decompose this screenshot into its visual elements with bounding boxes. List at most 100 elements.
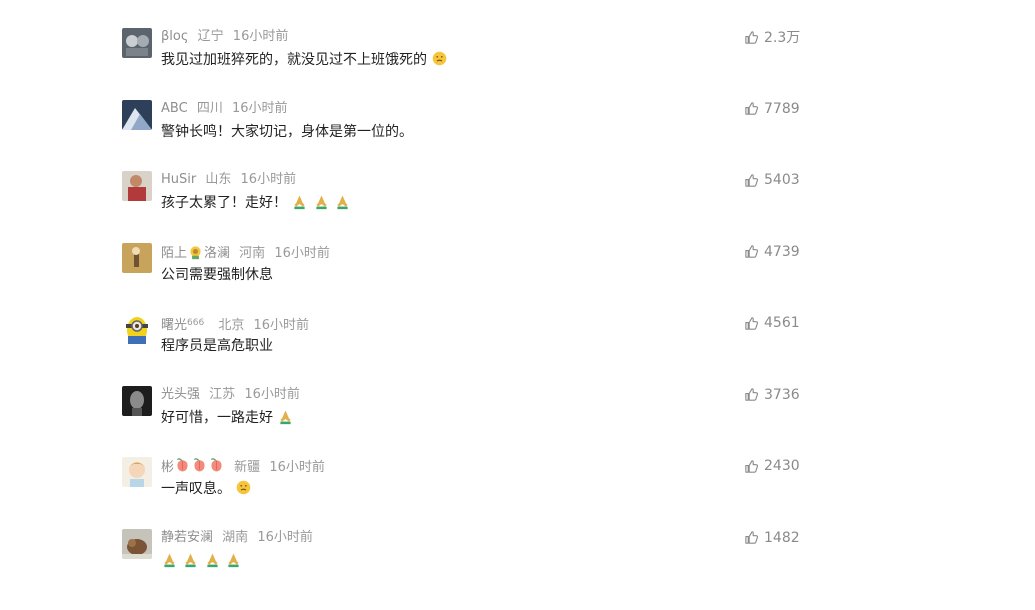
username-badge: 666 — [187, 318, 205, 328]
avatar[interactable] — [122, 99, 152, 130]
username-prefix: 陌上 — [161, 245, 188, 261]
username-suffix: 洛澜 — [204, 245, 231, 261]
thumbs-up-icon — [745, 245, 759, 258]
like-count: 5403 — [764, 172, 800, 188]
like-button[interactable]: 4739 — [744, 243, 804, 261]
like-button[interactable]: 3736 — [744, 386, 804, 404]
timestamp: 16小时前 — [257, 529, 313, 545]
like-button[interactable]: 2430 — [744, 457, 804, 475]
like-count: 4561 — [764, 315, 800, 331]
pray-emoji — [294, 195, 306, 210]
comment-item: 曙光666 北京 16小时前 程序员是高危职业 4561 — [122, 312, 802, 384]
comment-text: 我见过加班猝死的，就没见过不上班饿死的 — [161, 52, 427, 68]
thumbs-up-icon — [745, 173, 759, 187]
pray-emoji — [207, 553, 218, 567]
pray-emoji — [337, 195, 348, 210]
timestamp: 16小时前 — [232, 29, 289, 44]
timestamp: 16小时前 — [244, 386, 300, 402]
comment-meta: 光头强 江苏 16小时前 — [161, 386, 305, 404]
comment-meta: ABC 四川 16小时前 — [161, 100, 293, 118]
username-text: 彬 — [161, 460, 175, 475]
comment-content: 警钟长鸣！大家切记，身体是第一位的。 — [161, 122, 413, 142]
comment-content: 程序员是高危职业 — [161, 336, 273, 356]
face-emoji — [433, 51, 447, 66]
username-text: 曙光 — [161, 318, 188, 333]
comment-content — [161, 551, 242, 571]
location: 湖南 — [222, 529, 249, 545]
avatar-image — [122, 99, 152, 130]
comment-item: 静若安澜 湖南 16小时前 1482 — [122, 527, 802, 599]
comment-meta: βloς 辽宁 16小时前 — [161, 28, 293, 46]
face-emoji — [237, 480, 251, 495]
timestamp: 16小时前 — [269, 460, 325, 475]
comment-content: 公司需要强制休息 — [161, 265, 273, 285]
avatar[interactable] — [122, 314, 152, 344]
like-button[interactable]: 4561 — [744, 314, 804, 332]
comment-meta: 曙光666 北京 16小时前 — [161, 314, 314, 333]
location: 江苏 — [209, 386, 236, 402]
username[interactable]: 曙光666 — [161, 318, 209, 333]
location: 辽宁 — [197, 29, 224, 44]
comment-item: ABC 四川 16小时前 警钟长鸣！大家切记，身体是第一位的。 7789 — [122, 98, 802, 170]
username[interactable]: 光头强 — [161, 387, 200, 402]
pray-emoji — [280, 410, 292, 424]
avatar-image — [122, 171, 152, 201]
thumbs-up-icon — [745, 102, 759, 115]
avatar[interactable] — [122, 242, 152, 273]
username[interactable]: 彬 — [161, 458, 225, 475]
thumbs-up-icon — [745, 316, 759, 330]
comment-list: βloς 辽宁 16小时前 我见过加班猝死的，就没见过不上班饿死的 2.3万 A… — [122, 26, 802, 598]
comment-text: 警钟长鸣！大家切记，身体是第一位的。 — [161, 123, 413, 140]
like-button[interactable]: 5403 — [744, 171, 804, 189]
like-count: 7789 — [764, 100, 800, 117]
comment-text: 一声叹息。 — [161, 481, 231, 497]
username[interactable]: 陌上 洛澜 — [161, 246, 230, 261]
flower-emoji — [190, 245, 201, 259]
avatar[interactable] — [122, 457, 152, 487]
like-button[interactable]: 7789 — [744, 100, 804, 118]
comment-item: 陌上 洛澜 河南 16小时前 公司需要强制休息 4739 — [122, 241, 802, 313]
username[interactable]: ABC — [161, 101, 188, 116]
avatar-image — [122, 385, 152, 416]
comment-meta: 陌上 洛澜 河南 16小时前 — [161, 243, 335, 261]
avatar[interactable] — [122, 28, 152, 58]
location: 新疆 — [234, 460, 261, 475]
thumbs-up-icon — [745, 459, 759, 473]
comment-item: 光头强 江苏 16小时前 好可惜，一路走好 3736 — [122, 384, 802, 456]
avatar[interactable] — [122, 171, 152, 201]
comment-meta: 静若安澜 湖南 16小时前 — [161, 529, 318, 547]
pray-emoji — [316, 195, 327, 210]
avatar[interactable] — [122, 385, 152, 416]
avatar-image — [122, 242, 152, 273]
timestamp: 16小时前 — [240, 172, 297, 187]
like-count: 2.3万 — [764, 30, 801, 46]
username[interactable]: 静若安澜 — [161, 530, 213, 545]
avatar-image — [122, 528, 152, 559]
location: 山东 — [205, 172, 232, 187]
pray-emoji — [185, 553, 197, 567]
comment-item: 彬 新疆 16小时前 一声叹息。 2430 — [122, 455, 802, 527]
pray-emoji — [164, 553, 175, 567]
comment-content: 我见过加班猝死的，就没见过不上班饿死的 — [161, 50, 448, 70]
peach-emoji — [193, 458, 205, 472]
comment-text: 程序员是高危职业 — [161, 338, 273, 354]
thumbs-up-icon — [745, 388, 759, 401]
username[interactable]: βloς — [161, 29, 189, 44]
timestamp: 16小时前 — [253, 318, 310, 333]
peach-emoji — [176, 458, 188, 472]
thumbs-up-icon — [745, 30, 759, 44]
comment-content: 一声叹息。 — [161, 479, 252, 499]
like-button[interactable]: 1482 — [744, 529, 804, 547]
comment-meta: HuSir 山东 16小时前 — [161, 171, 301, 189]
comment-text: 公司需要强制休息 — [161, 266, 273, 283]
timestamp: 16小时前 — [231, 100, 288, 116]
avatar[interactable] — [122, 528, 152, 559]
like-button[interactable]: 2.3万 — [744, 28, 804, 46]
location: 四川 — [196, 100, 223, 116]
username[interactable]: HuSir — [161, 172, 196, 187]
comment-text: 孩子太累了！走好！ — [161, 195, 287, 211]
like-count: 1482 — [764, 529, 800, 546]
avatar-image — [122, 457, 152, 487]
location: 北京 — [218, 318, 245, 333]
peach-emoji — [210, 458, 222, 472]
